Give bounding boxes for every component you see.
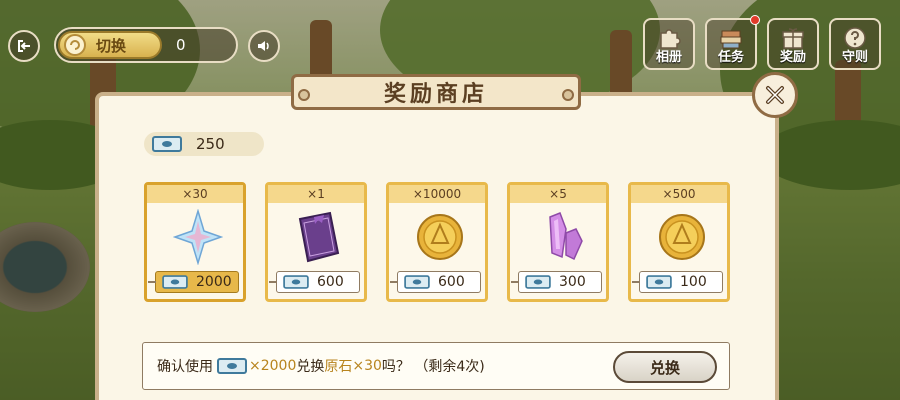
- swirl-icon: [64, 34, 86, 56]
- item-quantity: ×30: [182, 187, 208, 201]
- item-price: 100: [632, 271, 723, 293]
- shop-item-book[interactable]: ×1 600: [265, 182, 367, 302]
- exchange-button[interactable]: 兑换: [613, 351, 717, 383]
- question-icon: [844, 27, 866, 49]
- item-quantity: ×10000: [412, 187, 462, 201]
- album-button[interactable]: 相册: [643, 18, 695, 70]
- primogem-star-icon: [173, 209, 223, 265]
- switch-bar: 切换 0: [54, 27, 238, 63]
- switch-button[interactable]: 切换: [58, 31, 162, 59]
- item-quantity: ×5: [549, 187, 567, 201]
- tasks-button[interactable]: 任务: [705, 15, 760, 70]
- ticket-icon: [162, 275, 188, 289]
- shop-item-primogem[interactable]: ×30 2000: [144, 182, 246, 302]
- speaker-icon: [258, 41, 269, 51]
- ticket-icon: [525, 275, 551, 289]
- item-price: 600: [390, 271, 481, 293]
- ticket-balance: 250: [144, 132, 264, 156]
- puzzle-icon: [660, 29, 681, 49]
- ticket-icon: [217, 358, 247, 374]
- notification-dot: [750, 15, 760, 25]
- sound-button[interactable]: [248, 30, 280, 62]
- rewards-button[interactable]: 奖励: [767, 18, 819, 70]
- book-stack-icon: [720, 30, 742, 49]
- shop-item-mora-10000[interactable]: ×10000 600: [386, 182, 488, 302]
- price-value: 600: [438, 274, 465, 290]
- price-value: 300: [559, 274, 586, 290]
- confirm-remaining: 吗？ （剩余4次): [381, 359, 485, 375]
- shop-title: 奖励商店: [383, 82, 488, 107]
- price-value: 600: [317, 274, 344, 290]
- confirm-prefix: 确认使用: [157, 359, 213, 375]
- back-button[interactable]: [8, 30, 40, 62]
- close-icon: [766, 86, 784, 104]
- balance-value: 250: [196, 135, 225, 153]
- close-button[interactable]: [752, 72, 798, 118]
- ticket-icon: [404, 275, 430, 289]
- item-price: 2000: [148, 271, 239, 293]
- gold-coin-icon: [659, 214, 705, 260]
- price-value: 2000: [196, 274, 232, 290]
- purple-crystal-icon: [549, 212, 583, 261]
- confirm-cost: ×2000: [249, 358, 297, 374]
- item-price: 600: [269, 271, 360, 293]
- shop-title-banner: 奖励商店: [291, 74, 581, 110]
- rules-button[interactable]: 守则: [829, 18, 881, 70]
- purple-book-icon: [298, 211, 340, 263]
- exit-icon: [18, 40, 30, 52]
- ticket-icon: [283, 275, 309, 289]
- ticket-icon: [646, 275, 672, 289]
- shop-item-mora-500[interactable]: ×500 100: [628, 182, 730, 302]
- gold-coin-icon: [417, 214, 463, 260]
- shop-item-crystal[interactable]: ×5 300: [507, 182, 609, 302]
- confirm-bar: 确认使用 ×2000 兑换 原石 ×30 吗？ （剩余4次) 兑换: [142, 342, 730, 390]
- item-quantity: ×500: [662, 187, 696, 201]
- item-price: 300: [511, 271, 602, 293]
- gift-box-icon: [782, 28, 804, 49]
- price-value: 100: [680, 274, 707, 290]
- confirm-item-qty: ×30: [352, 358, 382, 374]
- ticket-icon: [152, 136, 182, 152]
- confirm-item-name: 原石: [324, 359, 353, 375]
- item-quantity: ×1: [307, 187, 325, 201]
- switch-count: 0: [176, 36, 186, 54]
- confirm-message: 确认使用 ×2000 兑换 原石 ×30 吗？ （剩余4次): [157, 356, 485, 376]
- switch-label: 切换: [96, 36, 127, 55]
- confirm-verb: 兑换: [296, 359, 325, 375]
